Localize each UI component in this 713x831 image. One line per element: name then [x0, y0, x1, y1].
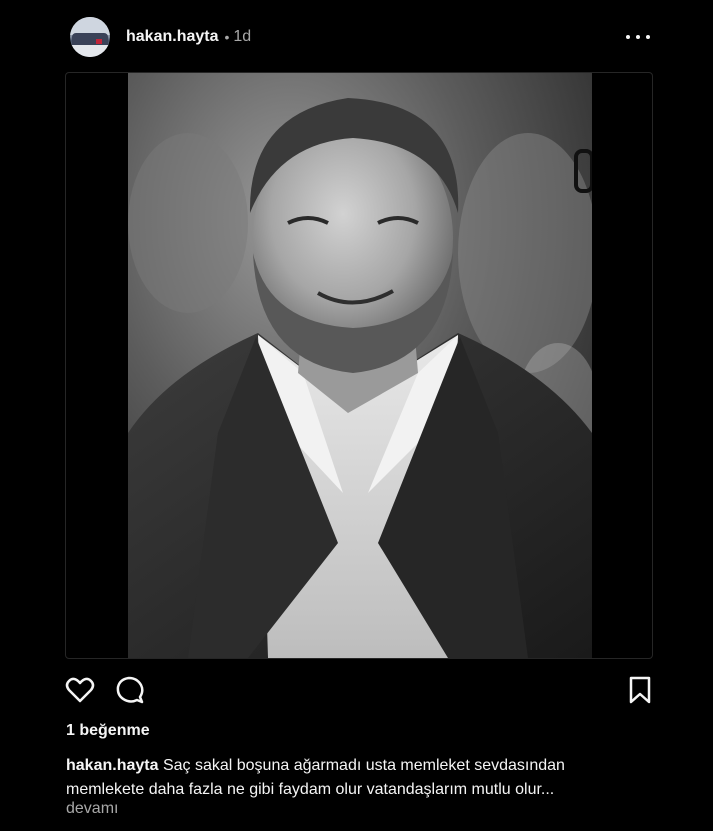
more-link[interactable]: devamı [66, 800, 118, 818]
bookmark-icon[interactable] [624, 674, 656, 706]
avatar-flag [96, 39, 102, 44]
more-options-icon[interactable] [626, 26, 650, 48]
instagram-post: hakan.hayta • 1d 1 beğenme hakan.hayta S… [0, 0, 713, 831]
avatar-ground [70, 45, 110, 57]
caption-username[interactable]: hakan.hayta [66, 757, 158, 774]
like-count[interactable]: 1 beğenme [66, 722, 150, 740]
avatar[interactable] [70, 17, 110, 57]
portrait-illustration [128, 73, 592, 658]
comment-icon-svg [116, 676, 144, 704]
username-link[interactable]: hakan.hayta [126, 28, 218, 46]
comment-bubble-icon[interactable] [114, 674, 146, 706]
bookmark-icon-svg [629, 676, 651, 704]
portrait-photo [128, 73, 592, 658]
post-time[interactable]: 1d [233, 28, 251, 46]
heart-icon-svg [65, 677, 95, 703]
heart-icon[interactable] [64, 674, 96, 706]
separator-dot: • [224, 29, 230, 45]
post-media[interactable] [65, 72, 653, 659]
action-bar [64, 674, 654, 706]
avatar-crowd [72, 33, 108, 45]
post-header: hakan.hayta • 1d [70, 16, 656, 58]
post-caption: hakan.hayta Saç sakal boşuna ağarmadı us… [66, 754, 626, 802]
more-dot [626, 35, 630, 39]
more-dot [636, 35, 640, 39]
more-dot [646, 35, 650, 39]
